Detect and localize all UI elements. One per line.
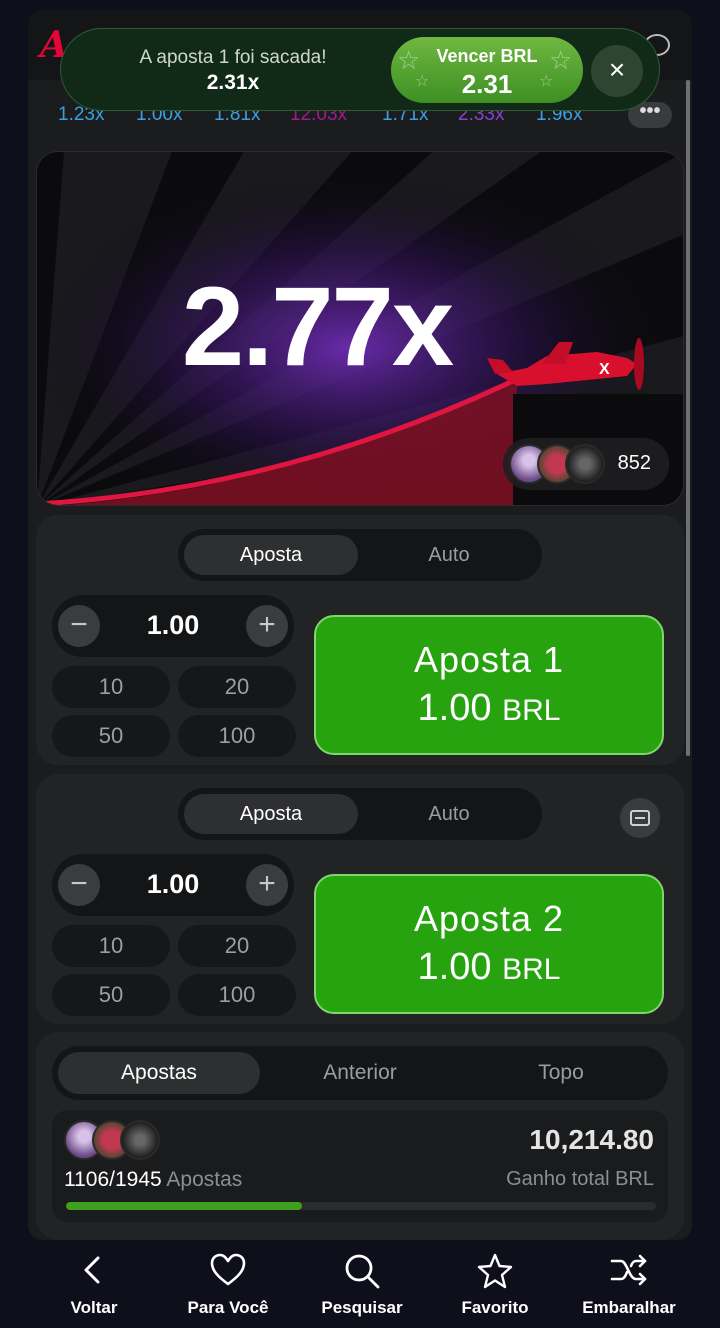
quick-amount-button[interactable]: 20 xyxy=(178,666,296,708)
players-pill: 852 xyxy=(503,438,669,490)
toast-win-badge: ☆ ☆ ☆ ☆ Vencer BRL 2.31 xyxy=(391,37,583,103)
bottom-navigation: Voltar Para Você Pesquisar Favorito Emba… xyxy=(0,1240,720,1328)
quick-amount-button[interactable]: 50 xyxy=(52,715,170,757)
bet-button-label: Aposta 1 xyxy=(413,639,565,680)
bets-count: 1106/1945 Apostas xyxy=(64,1168,243,1191)
nav-label: Para Você xyxy=(187,1298,269,1317)
quick-amount-button[interactable]: 20 xyxy=(178,925,296,967)
tab-auto[interactable]: Auto xyxy=(362,535,536,575)
bet-button-amount: 1.00 BRL xyxy=(417,687,561,729)
shuffle-icon xyxy=(610,1254,647,1286)
place-bet-1-button[interactable]: Aposta 1 1.00 BRL xyxy=(314,615,664,755)
quick-amount-button[interactable]: 10 xyxy=(52,925,170,967)
win-value: 2.31 xyxy=(461,69,513,99)
decrease-button[interactable]: − xyxy=(58,864,100,906)
bet-panel-2: Aposta Auto − 1.00 + 10 20 50 100 Aposta… xyxy=(36,774,684,1024)
bet-button-label: Aposta 2 xyxy=(413,898,565,939)
chevron-left-icon xyxy=(84,1256,100,1284)
quick-amount-button[interactable]: 50 xyxy=(52,974,170,1016)
nav-label: Voltar xyxy=(70,1298,118,1317)
bets-stats-panel: Apostas Anterior Topo 1106/1945 Apostas … xyxy=(36,1032,684,1240)
place-bet-2-button[interactable]: Aposta 2 1.00 BRL xyxy=(314,874,664,1014)
stats-summary: 1106/1945 Apostas 10,214.80 Ganho total … xyxy=(52,1110,668,1222)
nav-voltar[interactable]: Voltar xyxy=(24,1240,164,1328)
game-window: A 1.23x 1.00x 1.81x 12.03x 1.71x 2.33x 1… xyxy=(28,10,692,1240)
star-icon xyxy=(477,1253,513,1289)
nav-label: Embaralhar xyxy=(582,1298,676,1317)
bet-mode-tabs: Aposta Auto xyxy=(178,529,542,581)
bet-amount-input[interactable]: 1.00 xyxy=(112,610,234,641)
close-icon[interactable]: × xyxy=(591,45,643,97)
nav-label: Pesquisar xyxy=(321,1298,403,1317)
decrease-button[interactable]: − xyxy=(58,605,100,647)
cashout-toast: A aposta 1 foi sacada! 2.31x ☆ ☆ ☆ ☆ Ven… xyxy=(60,28,660,111)
progress-fill xyxy=(66,1202,302,1210)
heart-icon xyxy=(210,1253,246,1286)
bet-panel-1: Aposta Auto − 1.00 + 10 20 50 100 Aposta… xyxy=(36,515,684,765)
quick-amount-button[interactable]: 100 xyxy=(178,974,296,1016)
bet-amount-input[interactable]: 1.00 xyxy=(112,869,234,900)
tab-anterior[interactable]: Anterior xyxy=(259,1052,461,1094)
toast-message: A aposta 1 foi sacada! xyxy=(139,47,327,68)
tab-apostas[interactable]: Apostas xyxy=(58,1052,260,1094)
tab-topo[interactable]: Topo xyxy=(460,1052,662,1094)
players-count: 852 xyxy=(617,452,651,474)
current-multiplier: 2.77x xyxy=(181,264,454,389)
tab-auto[interactable]: Auto xyxy=(362,794,536,834)
total-win-value: 10,214.80 xyxy=(529,1124,654,1155)
avatar xyxy=(565,444,605,484)
bet-amount-stepper: − 1.00 + xyxy=(52,595,294,657)
nav-pesquisar[interactable]: Pesquisar xyxy=(292,1240,432,1328)
scrollbar[interactable] xyxy=(686,80,690,756)
total-win-label: Ganho total BRL xyxy=(506,1168,654,1190)
quick-amount-button[interactable]: 10 xyxy=(52,666,170,708)
remove-bet-panel-button[interactable] xyxy=(620,798,660,838)
stats-tabs: Apostas Anterior Topo xyxy=(52,1046,668,1100)
avatar xyxy=(120,1120,160,1160)
nav-para-voce[interactable]: Para Você xyxy=(158,1240,298,1328)
bet-mode-tabs: Aposta Auto xyxy=(178,788,542,840)
search-icon xyxy=(345,1254,380,1289)
bet-button-amount: 1.00 BRL xyxy=(417,946,561,988)
game-canvas: X 2.77x 852 xyxy=(36,151,684,506)
quick-amount-button[interactable]: 100 xyxy=(178,715,296,757)
tab-aposta[interactable]: Aposta xyxy=(184,794,358,834)
nav-favorito[interactable]: Favorito xyxy=(425,1240,565,1328)
tab-aposta[interactable]: Aposta xyxy=(184,535,358,575)
toast-multiplier: 2.31x xyxy=(206,71,260,94)
increase-button[interactable]: + xyxy=(246,864,288,906)
win-label: Vencer BRL xyxy=(436,46,538,66)
increase-button[interactable]: + xyxy=(246,605,288,647)
nav-embaralhar[interactable]: Embaralhar xyxy=(559,1240,699,1328)
nav-label: Favorito xyxy=(461,1298,529,1317)
bet-amount-stepper: − 1.00 + xyxy=(52,854,294,916)
bets-progress-bar xyxy=(66,1202,656,1210)
